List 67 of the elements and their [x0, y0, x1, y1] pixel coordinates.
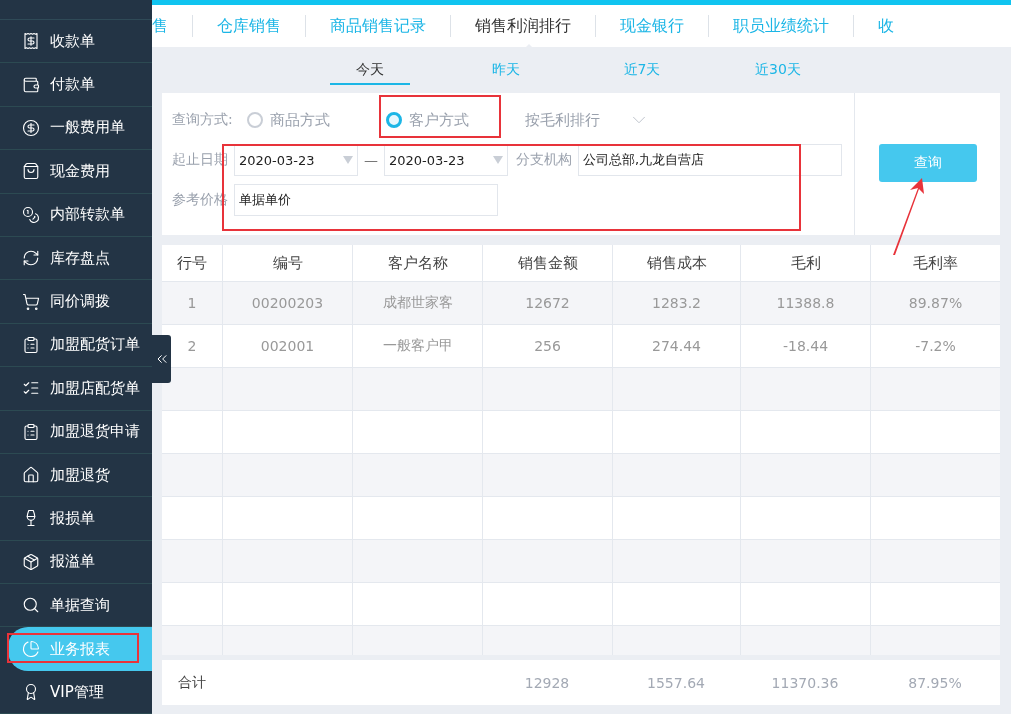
radio-circle[interactable] — [246, 112, 263, 128]
pie-chart-icon — [22, 640, 40, 659]
sidebar-item[interactable]: 收款单 — [0, 20, 152, 64]
sidebar-item[interactable]: 同价调拨 — [0, 280, 152, 324]
sidebar-item[interactable]: 现金费用 — [0, 150, 152, 194]
end-date-field[interactable]: 2020-03-23 — [384, 144, 508, 176]
table-cell: 一般客户甲 — [352, 325, 482, 367]
receipt-icon — [22, 32, 40, 51]
radio-label: 客户方式 — [408, 110, 469, 130]
bag-icon — [22, 162, 40, 181]
total-label: 合计 — [178, 673, 206, 692]
branch-field[interactable]: 公司总部,九龙自营店 — [578, 144, 842, 176]
table-cell-text: 1 — [186, 294, 198, 313]
dropdown-triangle-icon[interactable] — [343, 156, 353, 164]
table-cell: 274.44 — [612, 325, 740, 367]
branch-label: 分支机构 — [516, 151, 572, 169]
column-header: 销售成本 — [612, 245, 740, 281]
sidebar-item[interactable]: 内部转款单 — [0, 193, 152, 237]
table-cell-text: 2 — [186, 337, 198, 356]
query-mode-label: 查询方式: — [172, 111, 233, 129]
sidebar-item[interactable]: 加盟退货申请 — [0, 410, 152, 454]
table-cell: 256 — [482, 325, 612, 367]
dropdown-triangle-icon[interactable] — [493, 156, 503, 164]
radio-label: 商品方式 — [269, 110, 330, 130]
clipboard-icon — [22, 422, 40, 441]
report-tab[interactable]: 销售利润排行 — [450, 15, 595, 37]
sidebar-item[interactable]: 一般费用单 — [0, 106, 152, 151]
clipboard-icon — [22, 335, 40, 354]
date-range-tab[interactable]: 今天 — [330, 55, 410, 85]
column-header: 行号 — [176, 252, 208, 274]
reference-price-field[interactable]: 单据单价 — [234, 184, 498, 216]
search-icon — [22, 596, 40, 615]
coin-icon — [22, 118, 40, 137]
table-cell: 1283.2 — [612, 282, 740, 324]
table-cell: 002001 — [222, 325, 352, 367]
table-cell: 12672 — [482, 282, 612, 324]
column-header: 编号 — [222, 245, 352, 281]
collapse-sidebar-button[interactable] — [152, 335, 171, 383]
cart-icon — [22, 292, 40, 311]
start-date-field[interactable]: 2020-03-23 — [234, 144, 358, 176]
table-cell: -18.44 — [740, 325, 870, 367]
sidebar-item[interactable]: 报溢单 — [0, 540, 152, 585]
sidebar-item[interactable]: VIP管理 — [0, 670, 152, 714]
table-cell: 89.87% — [870, 282, 1000, 324]
wallet-icon — [22, 75, 40, 94]
table-cell: 11388.8 — [740, 282, 870, 324]
column-header: 销售金额 — [482, 245, 612, 281]
radio-circle[interactable] — [385, 112, 402, 128]
column-header: 毛利 — [740, 245, 870, 281]
coins-icon — [22, 205, 40, 224]
total-value: 1557.64 — [647, 674, 705, 691]
house-icon — [22, 466, 40, 485]
table-cell: 00200203 — [222, 282, 352, 324]
box-icon — [22, 552, 40, 571]
refresh-icon — [22, 249, 40, 268]
column-header: 客户名称 — [352, 245, 482, 281]
sidebar-item[interactable]: 库存盘点 — [0, 236, 152, 281]
table-cell: 成都世家客 — [352, 282, 482, 324]
sidebar-item[interactable]: 付款单 — [0, 63, 152, 107]
sidebar-item[interactable]: 加盟店配货单 — [0, 367, 152, 411]
total-value: 12928 — [524, 674, 570, 691]
date-separator: — — [364, 152, 378, 168]
sidebar-item[interactable]: 加盟退货 — [0, 453, 152, 498]
total-value: 87.95% — [908, 674, 962, 691]
table-cell: -7.2% — [870, 325, 1000, 367]
sidebar-item[interactable]: 报损单 — [0, 497, 152, 541]
total-value: 11370.36 — [771, 674, 839, 691]
